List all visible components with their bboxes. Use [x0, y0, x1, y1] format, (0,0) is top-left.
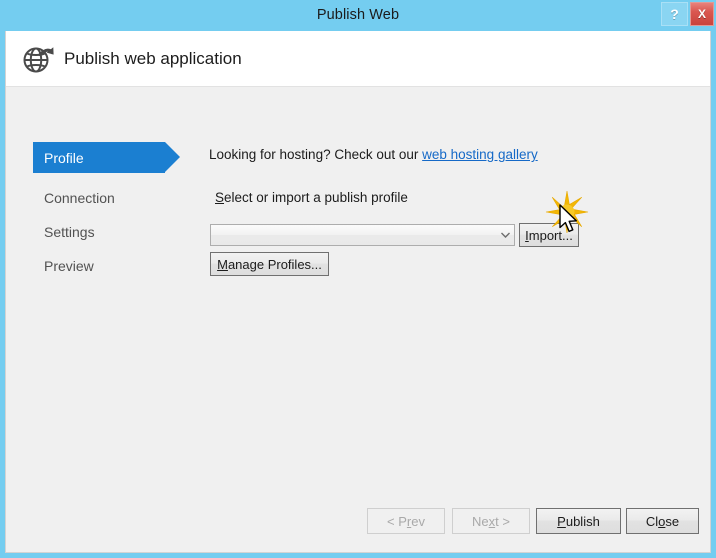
publish-web-dialog-window: Publish Web ? X Publish web application … — [0, 0, 716, 558]
help-icon: ? — [670, 6, 679, 22]
sidebar-item-settings[interactable]: Settings — [33, 216, 165, 247]
title-bar[interactable]: Publish Web ? X — [0, 0, 716, 31]
close-dialog-button[interactable]: Cl o se — [626, 508, 699, 534]
manage-button-accel: M — [217, 256, 228, 272]
profile-label-accel: S — [215, 190, 225, 205]
chevron-down-icon[interactable] — [497, 225, 514, 245]
sidebar-item-profile[interactable]: Profile — [33, 142, 180, 173]
import-button-label: mport... — [528, 227, 573, 243]
sidebar-item-connection[interactable]: Connection — [33, 182, 165, 213]
hosting-prompt-text: Looking for hosting? Check out our — [209, 147, 423, 162]
main-content-panel: Looking for hosting? Check out our web h… — [196, 87, 710, 553]
profile-field-label: Select or import a publish profile — [215, 190, 408, 205]
sidebar-item-label: Settings — [44, 223, 95, 240]
manage-button-label: anage Profiles... — [227, 256, 322, 272]
close-button[interactable]: X — [690, 2, 714, 26]
next-button[interactable]: Ne x t > — [452, 508, 530, 534]
profile-label-text: elect or import a publish profile — [224, 190, 408, 205]
web-hosting-gallery-link[interactable]: web hosting gallery — [422, 147, 538, 162]
prev-button-label-post: ev — [411, 513, 425, 529]
close-button-label-post: se — [665, 513, 680, 529]
close-button-accel: o — [658, 513, 666, 529]
next-button-label-post: t > — [495, 513, 510, 529]
close-button-label-pre: Cl — [645, 513, 659, 529]
publish-button-accel: P — [557, 513, 566, 529]
window-title: Publish Web — [316, 7, 400, 23]
prev-button[interactable]: < Pr ev — [367, 508, 445, 534]
sidebar-item-label: Connection — [44, 189, 115, 206]
wizard-steps-sidebar: Profile Connection Settings Preview — [6, 87, 196, 553]
sidebar-item-label: Preview — [44, 257, 94, 274]
page-title: Publish web application — [64, 49, 242, 68]
help-button[interactable]: ? — [661, 2, 688, 26]
manage-profiles-button[interactable]: Manage Profiles... — [210, 252, 329, 276]
publish-button-label-post: ublish — [565, 513, 600, 529]
import-button[interactable]: Import... — [519, 223, 579, 247]
hosting-prompt: Looking for hosting? Check out our web h… — [209, 147, 538, 162]
close-icon: X — [697, 7, 706, 21]
prev-button-label-pre: < P — [387, 513, 407, 529]
publish-profile-combobox[interactable] — [210, 224, 515, 246]
dialog-header: Publish web application — [6, 31, 710, 87]
next-button-label-pre: Ne — [472, 513, 489, 529]
dialog-footer: < Pr ev Ne x t > Publish Cl o se — [6, 492, 710, 552]
globe-publish-icon — [20, 41, 56, 77]
dialog-body: Publish web application Profile Connecti… — [5, 31, 711, 553]
sidebar-item-preview[interactable]: Preview — [33, 250, 165, 281]
publish-button[interactable]: Publish — [536, 508, 621, 534]
sidebar-item-label: Profile — [44, 149, 84, 166]
